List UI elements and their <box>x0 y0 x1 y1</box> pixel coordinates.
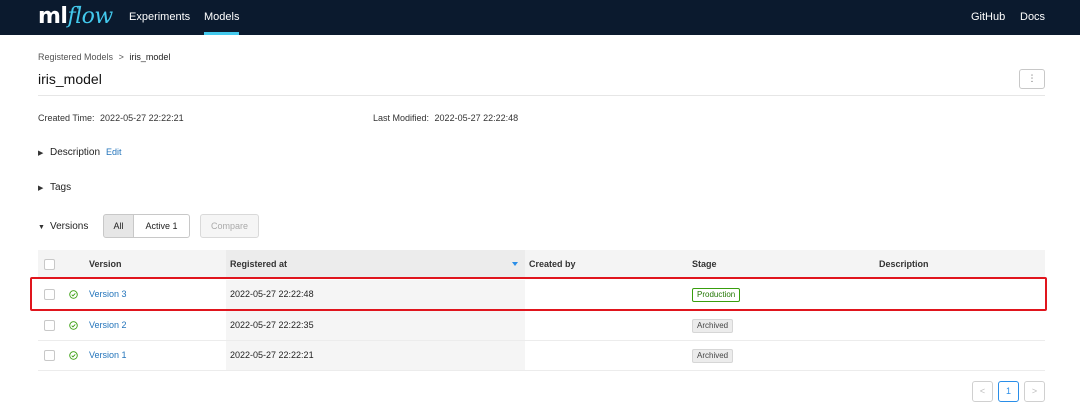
pagination-next-button[interactable]: > <box>1024 381 1045 402</box>
version-link[interactable]: Version 1 <box>89 341 127 370</box>
row-checkbox[interactable] <box>44 350 55 361</box>
tags-toggle[interactable]: Tags <box>50 182 71 193</box>
versions-table-header: Version Registered at Created by Stage D… <box>38 250 1045 279</box>
filter-active-button[interactable]: Active 1 <box>133 214 190 238</box>
row-checkbox[interactable] <box>44 320 55 331</box>
version-link[interactable]: Version 2 <box>89 311 127 340</box>
breadcrumb-separator: > <box>118 52 124 62</box>
page-title: iris_model <box>38 71 102 87</box>
nav-models[interactable]: Models <box>204 11 239 23</box>
nav-active-indicator <box>204 32 239 35</box>
created-time-value: 2022-05-27 22:22:21 <box>100 113 184 123</box>
column-stage[interactable]: Stage <box>692 250 717 278</box>
description-toggle[interactable]: Description <box>50 147 100 158</box>
registered-at: 2022-05-27 22:22:21 <box>230 350 314 360</box>
logo-flow-text: flow <box>67 4 113 29</box>
more-options-button[interactable]: ⋮ <box>1019 69 1045 89</box>
column-created-by[interactable]: Created by <box>529 250 576 278</box>
last-modified-label: Last Modified: <box>373 113 430 123</box>
edit-description-link[interactable]: Edit <box>106 147 122 157</box>
column-description[interactable]: Description <box>879 250 929 278</box>
breadcrumb-registered-models[interactable]: Registered Models <box>38 52 113 62</box>
caret-down-icon[interactable]: ▼ <box>38 224 50 231</box>
nav-docs[interactable]: Docs <box>1020 11 1045 23</box>
caret-right-icon[interactable]: ▶ <box>38 184 50 192</box>
pagination-page-1[interactable]: 1 <box>998 381 1019 402</box>
versions-section: ▼ Versions <box>38 221 88 232</box>
top-navigation-bar: mlflow Experiments Models GitHub Docs <box>0 0 1080 35</box>
stage-badge: Archived <box>692 349 734 363</box>
column-version[interactable]: Version <box>89 250 122 278</box>
breadcrumb: Registered Models > iris_model <box>38 52 170 62</box>
table-row: Version 1 2022-05-27 22:22:21 Archived <box>38 341 1045 371</box>
row-highlight-box <box>30 277 1047 311</box>
versions-toggle[interactable]: Versions <box>50 221 88 232</box>
sort-descending-icon[interactable] <box>512 262 518 266</box>
created-time: Created Time: 2022-05-27 22:22:21 <box>38 113 184 123</box>
mlflow-logo[interactable]: mlflow <box>38 4 113 29</box>
select-all-checkbox[interactable] <box>44 259 55 270</box>
logo-ml-text: ml <box>38 4 68 29</box>
nav-github[interactable]: GitHub <box>971 11 1005 23</box>
more-vertical-icon: ⋮ <box>1027 73 1037 83</box>
table-row: Version 2 2022-05-27 22:22:35 Archived <box>38 311 1045 341</box>
description-section: ▶ Description Edit <box>38 147 122 158</box>
pagination-prev-button[interactable]: < <box>972 381 993 402</box>
created-time-label: Created Time: <box>38 113 95 123</box>
check-circle-icon <box>69 321 78 330</box>
nav-experiments[interactable]: Experiments <box>129 11 190 23</box>
breadcrumb-current: iris_model <box>129 52 171 62</box>
title-divider <box>38 95 1045 96</box>
check-circle-icon <box>69 351 78 360</box>
column-registered-at[interactable]: Registered at <box>230 250 287 278</box>
stage-badge: Archived <box>692 319 734 333</box>
caret-right-icon[interactable]: ▶ <box>38 149 50 157</box>
filter-all-button[interactable]: All <box>103 214 134 238</box>
tags-section: ▶ Tags <box>38 182 71 193</box>
registered-at: 2022-05-27 22:22:35 <box>230 320 314 330</box>
last-modified: Last Modified: 2022-05-27 22:22:48 <box>373 113 518 123</box>
compare-button[interactable]: Compare <box>200 214 259 238</box>
last-modified-value: 2022-05-27 22:22:48 <box>434 113 519 123</box>
